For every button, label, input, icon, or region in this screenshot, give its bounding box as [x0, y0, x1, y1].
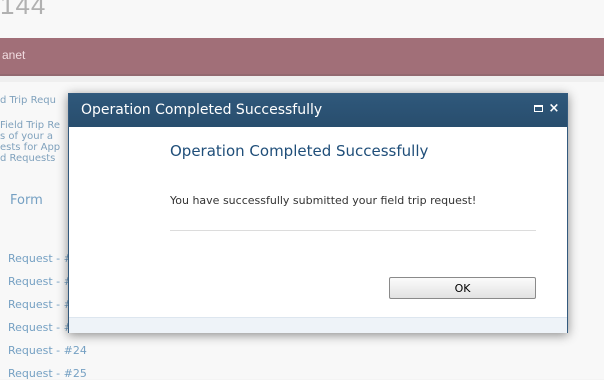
close-button[interactable]: × [547, 101, 561, 115]
dialog-message: You have successfully submitted your fie… [170, 194, 477, 207]
ok-button[interactable]: OK [389, 277, 536, 299]
dialog-heading: Operation Completed Successfully [170, 142, 429, 160]
dialog-title: Operation Completed Successfully [81, 102, 323, 118]
success-dialog: Operation Completed Successfully × Opera… [68, 93, 568, 333]
dialog-body: Operation Completed Successfully You hav… [69, 127, 567, 317]
dialog-header: Operation Completed Successfully × [69, 94, 567, 127]
maximize-button[interactable] [531, 101, 545, 115]
maximize-icon [533, 104, 543, 112]
close-icon: × [548, 100, 560, 116]
dialog-divider [170, 230, 536, 231]
dialog-footer [69, 317, 567, 333]
